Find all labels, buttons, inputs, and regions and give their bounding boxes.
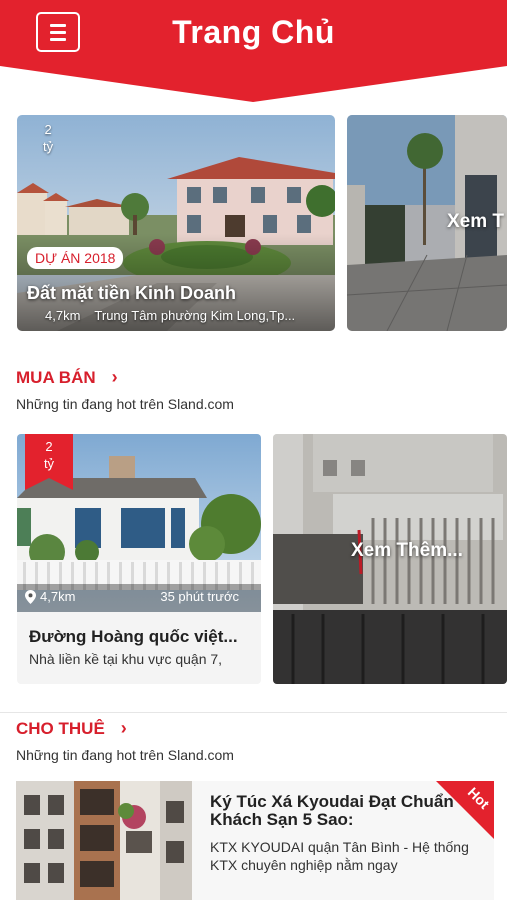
section-divider — [0, 712, 507, 713]
rent-listing-description: KTX KYOUDAI quận Tân Bình - Hệ thống KTX… — [210, 839, 469, 873]
featured-project-card[interactable]: 2 tỷ DỰ ÁN 2018 Đất mặt tiền Kinh Doanh … — [17, 115, 335, 331]
price-value: 2 — [45, 439, 53, 454]
rent-photo — [16, 781, 192, 900]
chevron-right-icon[interactable]: › — [112, 367, 118, 388]
rent-section-title[interactable]: CHO THUÊ › — [16, 718, 127, 739]
price-label: 2 tỷ — [25, 438, 73, 472]
sale-title-label: MUA BÁN — [16, 367, 96, 387]
listing-distance-text: 4,7km — [40, 589, 76, 604]
price-value: 2 — [44, 122, 52, 137]
price-label: 2 tỷ — [43, 121, 53, 155]
sale-more-card[interactable]: Xem Thêm... — [273, 434, 507, 684]
hot-badge — [436, 781, 494, 839]
rent-title-label: CHO THUÊ — [16, 718, 105, 738]
app-header: Trang Chủ — [0, 0, 507, 105]
project-distance: 4,7km — [45, 308, 81, 323]
featured-more-card[interactable]: Xem T — [347, 115, 507, 331]
see-more-overlay[interactable]: Xem Thêm... — [351, 540, 463, 562]
sale-section-title[interactable]: MUA BÁN › — [16, 367, 118, 388]
see-more-overlay[interactable]: Xem T — [447, 211, 504, 233]
listing-title[interactable]: Đường Hoàng quốc việt... — [29, 627, 238, 647]
price-unit: tỷ — [43, 139, 54, 154]
page-title: Trang Chủ — [172, 14, 335, 50]
location-pin-icon — [25, 589, 36, 604]
project-meta: 4,7km Trung Tâm phường Kim Long,Tp... — [45, 308, 295, 323]
rent-listing-title[interactable]: Ký Túc Xá Kyoudai Đạt Chuẩn Khách Sạn 5 … — [210, 793, 460, 829]
project-title[interactable]: Đất mặt tiền Kinh Doanh — [27, 283, 236, 304]
listing-description: Nhà liền kề tại khu vực quận 7, — [29, 651, 223, 667]
rent-listing-card[interactable]: Ký Túc Xá Kyoudai Đạt Chuẩn Khách Sạn 5 … — [16, 781, 494, 900]
featured-carousel[interactable]: 2 tỷ DỰ ÁN 2018 Đất mặt tiền Kinh Doanh … — [0, 115, 507, 331]
listing-time: 35 phút trước — [160, 589, 239, 604]
sale-section-subtitle: Những tin đang hot trên Sland.com — [16, 396, 234, 412]
listing-distance: 4,7km — [25, 589, 75, 604]
rent-section-subtitle: Những tin đang hot trên Sland.com — [16, 747, 234, 763]
rent-info: Ký Túc Xá Kyoudai Đạt Chuẩn Khách Sạn 5 … — [192, 781, 494, 900]
sale-listing-card[interactable]: 2 tỷ 4,7km 35 phút trước Đường Hoàng quố… — [17, 434, 261, 684]
chevron-right-icon[interactable]: › — [121, 718, 127, 739]
project-address: Trung Tâm phường Kim Long,Tp... — [94, 308, 296, 323]
project-tag: DỰ ÁN 2018 — [27, 247, 124, 269]
price-unit: tỷ — [43, 456, 55, 471]
